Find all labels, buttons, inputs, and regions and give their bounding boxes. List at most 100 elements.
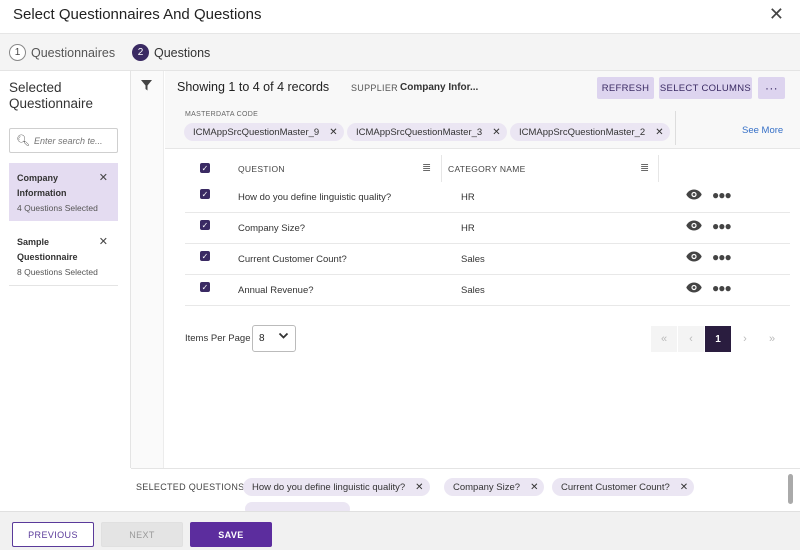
row-checkbox[interactable]: ✓ xyxy=(200,189,210,199)
column-menu-icon[interactable]: ≣ xyxy=(640,161,649,174)
page-number-button[interactable]: 1 xyxy=(705,326,731,352)
pagination-row: Items Per Page 8 « ‹ 1 › » xyxy=(165,324,800,354)
masterdata-filter-row: MASTERDATA CODE ICMAppSrcQuestionMaster_… xyxy=(165,107,800,149)
filter-icon[interactable] xyxy=(141,80,152,94)
search-icon: 🔍︎ xyxy=(16,135,30,147)
items-per-page-label: Items Per Page xyxy=(185,333,251,344)
column-menu-icon[interactable]: ≣ xyxy=(422,161,431,174)
questionnaire-item-sample-questionnaire[interactable]: Sample Questionnaire 8 Questions Selecte… xyxy=(9,227,118,286)
category-cell: Sales xyxy=(461,285,485,296)
chip-label: How do you define linguistic quality? xyxy=(252,481,406,493)
scrollbar-thumb[interactable] xyxy=(788,474,793,504)
records-count: Showing 1 to 4 of 4 records xyxy=(177,80,330,94)
sidebar-search: 🔍︎ xyxy=(9,128,119,153)
column-header-question: QUESTION xyxy=(238,164,285,174)
step-number: 2 xyxy=(132,44,149,61)
table-header: ✓ QUESTION ≣ CATEGORY NAME ≣ xyxy=(185,155,790,182)
supplier-value: Company Infor... xyxy=(400,82,479,93)
more-icon[interactable]: ●●● xyxy=(712,219,732,233)
row-checkbox[interactable]: ✓ xyxy=(200,220,210,230)
selected-question-chip: Company Size? ✕ xyxy=(444,478,545,496)
filter-column xyxy=(131,71,164,468)
step-bar: 1 Questionnaires 2 Questions xyxy=(0,34,800,71)
step-label: Questions xyxy=(154,45,211,60)
next-button[interactable]: NEXT xyxy=(101,522,183,547)
row-checkbox[interactable]: ✓ xyxy=(200,282,210,292)
questionnaire-item-company-information[interactable]: Company Information 4 Questions Selected… xyxy=(9,163,118,221)
eye-icon[interactable] xyxy=(686,280,702,298)
see-more-link[interactable]: See More xyxy=(742,125,783,136)
chip-label: ICMAppSrcQuestionMaster_9 xyxy=(193,126,320,138)
question-cell: How do you define linguistic quality? xyxy=(238,192,392,203)
questionnaire-count: 4 Questions Selected xyxy=(17,203,98,213)
questionnaire-name: Sample Questionnaire xyxy=(17,237,78,262)
chip-label: Current Customer Count? xyxy=(561,481,670,493)
questionnaire-count: 8 Questions Selected xyxy=(17,267,98,277)
search-input[interactable] xyxy=(33,135,119,146)
remove-chip-icon[interactable]: ✕ xyxy=(415,482,423,493)
select-columns-button[interactable]: SELECT COLUMNS xyxy=(659,77,752,99)
more-icon[interactable]: ●●● xyxy=(712,250,732,264)
selected-question-chip: Current Customer Count? ✕ xyxy=(552,478,695,496)
remove-chip-icon[interactable]: ✕ xyxy=(530,482,538,493)
more-options-button[interactable]: ··· xyxy=(758,77,785,99)
masterdata-chip: ICMAppSrcQuestionMaster_2 ✕ xyxy=(510,123,670,141)
previous-button[interactable]: PREVIOUS xyxy=(12,522,94,547)
chevron-down-icon xyxy=(278,330,289,344)
select-all-checkbox[interactable]: ✓ xyxy=(200,163,210,173)
eye-icon[interactable] xyxy=(686,218,702,236)
previous-page-button[interactable]: ‹ xyxy=(678,326,704,352)
chip-label: ICMAppSrcQuestionMaster_2 xyxy=(519,126,646,138)
eye-icon[interactable] xyxy=(686,249,702,267)
category-cell: HR xyxy=(461,192,475,203)
masterdata-chip: ICMAppSrcQuestionMaster_9 ✕ xyxy=(184,123,344,141)
column-divider xyxy=(658,155,659,182)
questions-table: ✓ QUESTION ≣ CATEGORY NAME ≣ ✓ How do yo… xyxy=(185,155,790,306)
question-cell: Company Size? xyxy=(238,223,306,234)
remove-icon[interactable]: ✕ xyxy=(99,235,108,248)
save-button[interactable]: SAVE xyxy=(190,522,272,547)
more-icon[interactable]: ●●● xyxy=(712,281,732,295)
remove-chip-icon[interactable]: ✕ xyxy=(680,482,688,493)
row-checkbox[interactable]: ✓ xyxy=(200,251,210,261)
table-row: ✓ Company Size? HR ●●● xyxy=(185,213,790,244)
records-toolbar: Showing 1 to 4 of 4 records SUPPLIER Com… xyxy=(165,71,800,107)
step-questions[interactable]: 2 Questions xyxy=(132,44,210,61)
remove-chip-icon[interactable]: ✕ xyxy=(492,127,500,138)
question-cell: Annual Revenue? xyxy=(238,285,314,296)
table-row: ✓ Annual Revenue? Sales ●●● xyxy=(185,275,790,306)
table-row: ✓ Current Customer Count? Sales ●●● xyxy=(185,244,790,275)
column-header-category: CATEGORY NAME xyxy=(448,164,526,174)
dialog-title: Select Questionnaires And Questions xyxy=(13,6,262,23)
divider xyxy=(675,111,676,145)
chip-label: ICMAppSrcQuestionMaster_3 xyxy=(356,126,483,138)
first-page-button[interactable]: « xyxy=(651,326,677,352)
supplier-label: SUPPLIER xyxy=(351,83,398,93)
step-questionnaires[interactable]: 1 Questionnaires xyxy=(9,44,115,61)
step-label: Questionnaires xyxy=(31,45,116,60)
selected-questions-bar: SELECTED QUESTIONS How do you define lin… xyxy=(131,468,800,511)
dialog-footer: PREVIOUS NEXT SAVE xyxy=(0,511,800,550)
close-icon[interactable]: ✕ xyxy=(769,4,784,25)
remove-chip-icon[interactable]: ✕ xyxy=(655,127,663,138)
step-number: 1 xyxy=(9,44,26,61)
refresh-button[interactable]: REFRESH xyxy=(597,77,654,99)
questionnaire-name: Company Information xyxy=(17,173,67,198)
eye-icon[interactable] xyxy=(686,187,702,205)
next-page-button[interactable]: › xyxy=(732,326,758,352)
category-cell: HR xyxy=(461,223,475,234)
items-per-page-select[interactable]: 8 xyxy=(252,325,296,352)
table-row: ✓ How do you define linguistic quality? … xyxy=(185,182,790,213)
remove-icon[interactable]: ✕ xyxy=(99,171,108,184)
last-page-button[interactable]: » xyxy=(759,326,785,352)
items-per-page-value: 8 xyxy=(259,333,265,344)
questionnaire-sidebar: Selected Questionnaire 🔍︎ Company Inform… xyxy=(0,71,131,468)
remove-chip-icon[interactable]: ✕ xyxy=(329,127,337,138)
sidebar-title: Selected Questionnaire xyxy=(9,80,94,111)
overflow-chip xyxy=(245,502,350,511)
selected-questions-label: SELECTED QUESTIONS xyxy=(136,482,245,492)
more-icon[interactable]: ●●● xyxy=(712,188,732,202)
masterdata-chip: ICMAppSrcQuestionMaster_3 ✕ xyxy=(347,123,507,141)
masterdata-label: MASTERDATA CODE xyxy=(185,111,259,118)
column-divider xyxy=(441,155,442,182)
